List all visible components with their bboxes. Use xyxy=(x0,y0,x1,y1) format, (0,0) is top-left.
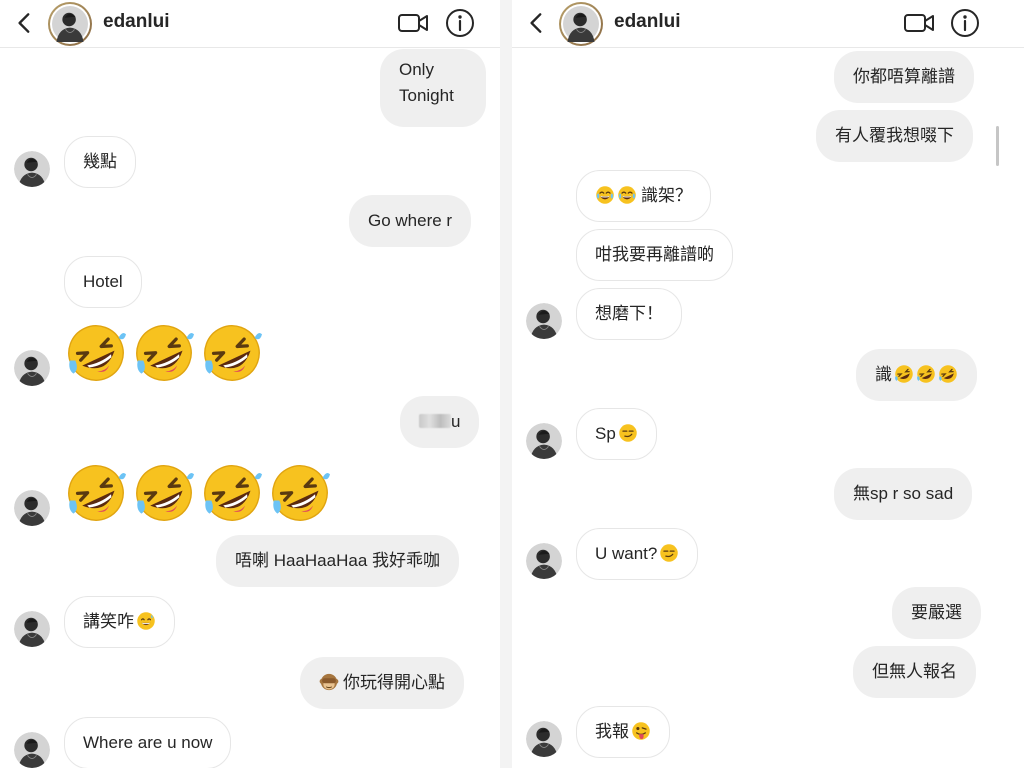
back-chevron-icon[interactable] xyxy=(524,10,550,36)
emoji-message[interactable] xyxy=(66,323,262,383)
message-incoming[interactable]: Hotel xyxy=(64,256,142,308)
sender-avatar[interactable] xyxy=(526,303,562,339)
header-username[interactable]: edanlui xyxy=(614,11,681,33)
message-incoming[interactable]: 幾點 xyxy=(64,136,136,188)
message-text: 但無人報名 xyxy=(872,662,957,681)
message-text: 我報 xyxy=(595,722,629,741)
see-no-evil-monkey-emoji-icon xyxy=(319,672,339,692)
rofl-emoji-icon xyxy=(66,463,126,523)
message-text: Only xyxy=(399,60,434,79)
message-text: 你都唔算離譜 xyxy=(853,67,955,86)
back-chevron-icon[interactable] xyxy=(12,10,38,36)
message-text: Hotel xyxy=(83,272,123,291)
sender-avatar[interactable] xyxy=(526,543,562,579)
sender-avatar[interactable] xyxy=(526,423,562,459)
message-incoming[interactable]: 識架？ xyxy=(576,170,711,222)
message-incoming[interactable]: U want? xyxy=(576,528,699,580)
message-text: 你玩得開心點 xyxy=(343,673,445,692)
sender-avatar[interactable] xyxy=(14,732,50,768)
rofl-emoji-icon xyxy=(938,364,958,384)
message-text: U want? xyxy=(595,544,658,563)
video-call-icon[interactable] xyxy=(396,6,430,40)
message-outgoing[interactable]: 你玩得開心點 xyxy=(300,657,464,709)
message-outgoing[interactable]: 唔喇 HaaHaaHaa 我好乖咖 xyxy=(216,535,460,587)
sender-avatar[interactable] xyxy=(14,611,50,647)
rofl-emoji-icon xyxy=(270,463,330,523)
rofl-emoji-icon xyxy=(134,463,194,523)
message-outgoing[interactable]: 有人覆我想啜下 xyxy=(816,110,973,162)
message-outgoing[interactable]: Go where r xyxy=(349,195,472,247)
right-chat-screen: edanlui 你都唔算離譜 有人覆我想啜下 識架？ 咁我要再離譜啲 想磨下！ … xyxy=(512,0,1024,768)
message-incoming[interactable]: Sp xyxy=(576,408,657,460)
scrollbar[interactable] xyxy=(996,126,999,166)
tears-of-joy-emoji-icon xyxy=(617,185,637,205)
message-text: Go where r xyxy=(368,211,453,230)
rofl-emoji-icon xyxy=(916,364,936,384)
censored-text xyxy=(419,414,451,428)
message-incoming[interactable]: 我報 xyxy=(576,706,670,758)
message-text: 識架？ xyxy=(641,186,692,205)
chat-header: edanlui xyxy=(0,0,500,48)
message-text: u xyxy=(451,412,461,431)
message-text: 要嚴選 xyxy=(911,603,962,622)
message-text: 唔喇 HaaHaaHaa 我好乖咖 xyxy=(235,551,441,570)
sender-avatar[interactable] xyxy=(14,490,50,526)
message-outgoing[interactable]: 識 xyxy=(856,349,977,401)
message-text: Tonight xyxy=(399,86,454,105)
left-chat-screen: edanlui Only Tonight 幾點 Go where r Hotel… xyxy=(0,0,500,768)
sender-avatar[interactable] xyxy=(14,350,50,386)
message-text: 講笑咋 xyxy=(83,612,134,631)
message-text: 幾點 xyxy=(83,152,117,171)
smirk-emoji-icon xyxy=(618,423,638,443)
chat-header: edanlui xyxy=(512,0,1024,48)
message-text: 無sp r so sad xyxy=(853,484,954,503)
info-icon[interactable] xyxy=(948,6,982,40)
message-text: 有人覆我想啜下 xyxy=(835,126,954,145)
video-call-icon[interactable] xyxy=(902,6,936,40)
message-incoming[interactable]: 講笑咋 xyxy=(64,596,175,648)
grinning-sweat-emoji-icon xyxy=(136,611,156,631)
rofl-emoji-icon xyxy=(134,323,194,383)
header-avatar[interactable] xyxy=(559,2,603,46)
message-outgoing[interactable]: 但無人報名 xyxy=(853,646,976,698)
message-incoming[interactable]: Where are u now xyxy=(64,717,232,768)
message-outgoing[interactable]: u xyxy=(400,396,480,448)
smirk-emoji-icon xyxy=(659,543,679,563)
message-incoming[interactable]: 想磨下！ xyxy=(576,288,682,340)
rofl-emoji-icon xyxy=(894,364,914,384)
message-text: Where are u now xyxy=(83,733,213,752)
message-incoming[interactable]: 咁我要再離譜啲 xyxy=(576,229,733,281)
sender-avatar[interactable] xyxy=(14,151,50,187)
message-text: Sp xyxy=(595,424,616,443)
sender-avatar[interactable] xyxy=(526,721,562,757)
message-text: 想磨下！ xyxy=(595,304,663,323)
screenshot-divider xyxy=(500,0,512,768)
header-avatar[interactable] xyxy=(48,2,92,46)
avatar-photo-icon xyxy=(563,6,599,42)
message-text: 識 xyxy=(875,365,892,384)
info-icon[interactable] xyxy=(443,6,477,40)
rofl-emoji-icon xyxy=(202,323,262,383)
message-outgoing[interactable]: 你都唔算離譜 xyxy=(834,51,974,103)
message-text: 咁我要再離譜啲 xyxy=(595,245,714,264)
avatar-photo-icon xyxy=(52,6,88,42)
rofl-emoji-icon xyxy=(202,463,262,523)
header-username[interactable]: edanlui xyxy=(103,11,170,33)
tongue-emoji-icon xyxy=(631,721,651,741)
rofl-emoji-icon xyxy=(66,323,126,383)
message-outgoing[interactable]: 要嚴選 xyxy=(892,587,981,639)
message-outgoing[interactable]: 無sp r so sad xyxy=(834,468,973,520)
emoji-message[interactable] xyxy=(66,463,330,523)
message-outgoing[interactable]: Only Tonight xyxy=(380,49,486,127)
tears-of-joy-emoji-icon xyxy=(595,185,615,205)
